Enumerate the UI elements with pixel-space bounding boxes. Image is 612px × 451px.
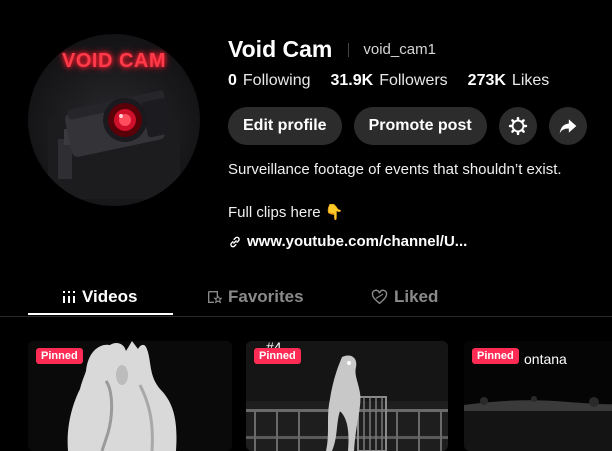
heart-icon — [371, 289, 388, 305]
profile-header: Void Cam void_cam1 — [228, 36, 436, 63]
likes-stat: 273K Likes — [468, 72, 550, 90]
bio-text-2: Full clips here 👇 — [228, 204, 344, 221]
profile-tabs: Videos Favorites Liked — [0, 280, 612, 317]
video-overlay-text: ontana — [524, 351, 567, 367]
pinned-badge: Pinned — [472, 348, 519, 364]
display-name: Void Cam — [228, 36, 333, 62]
share-icon — [559, 119, 577, 134]
gear-icon — [508, 116, 527, 136]
followers-label: Followers — [379, 72, 448, 89]
bio-link-text[interactable]: www.youtube.com/channel/U... — [247, 233, 467, 250]
bookmark-icon — [208, 291, 222, 304]
followers-count: 31.9K — [330, 72, 374, 89]
tab-videos-label: Videos — [82, 287, 138, 306]
tab-favorites-label: Favorites — [228, 287, 304, 306]
followers-stat[interactable]: 31.9K Followers — [331, 72, 448, 90]
avatar-title: VOID CAM — [62, 50, 166, 72]
tab-favorites[interactable]: Favorites — [206, 280, 304, 314]
bio-text: Surveillance footage of events that shou… — [228, 161, 562, 178]
profile-stats: 0 Following 31.9K Followers 273K Likes — [228, 72, 569, 90]
following-label: Following — [242, 72, 311, 89]
pinned-badge: Pinned — [36, 348, 83, 364]
active-tab-indicator — [28, 313, 173, 315]
tab-liked[interactable]: Liked — [371, 280, 438, 314]
bio-link[interactable]: www.youtube.com/channel/U... — [228, 233, 467, 250]
link-icon — [230, 236, 240, 247]
edit-profile-button[interactable]: Edit profile — [228, 107, 342, 145]
grid-icon — [63, 291, 75, 303]
username: void_cam1 — [363, 41, 436, 58]
pinned-badge: Pinned — [254, 348, 301, 364]
share-button[interactable] — [548, 107, 587, 145]
video-thumbnail[interactable]: #4 Pinned — [246, 341, 448, 451]
video-thumbnail[interactable]: ontana Pinned — [464, 341, 612, 451]
likes-count: 273K — [467, 72, 506, 89]
tab-videos[interactable]: Videos — [62, 280, 137, 314]
following-count: 0 — [228, 72, 237, 89]
profile-avatar[interactable]: VOID CAM — [28, 34, 200, 206]
tab-liked-label: Liked — [394, 287, 439, 306]
name-divider — [348, 42, 350, 57]
settings-button[interactable] — [498, 107, 537, 145]
promote-post-button[interactable]: Promote post — [353, 107, 487, 145]
video-thumbnail[interactable]: Pinned — [28, 341, 232, 451]
profile-actions: Edit profile Promote post — [228, 107, 599, 145]
following-stat[interactable]: 0 Following — [228, 72, 311, 90]
likes-label: Likes — [511, 72, 550, 89]
